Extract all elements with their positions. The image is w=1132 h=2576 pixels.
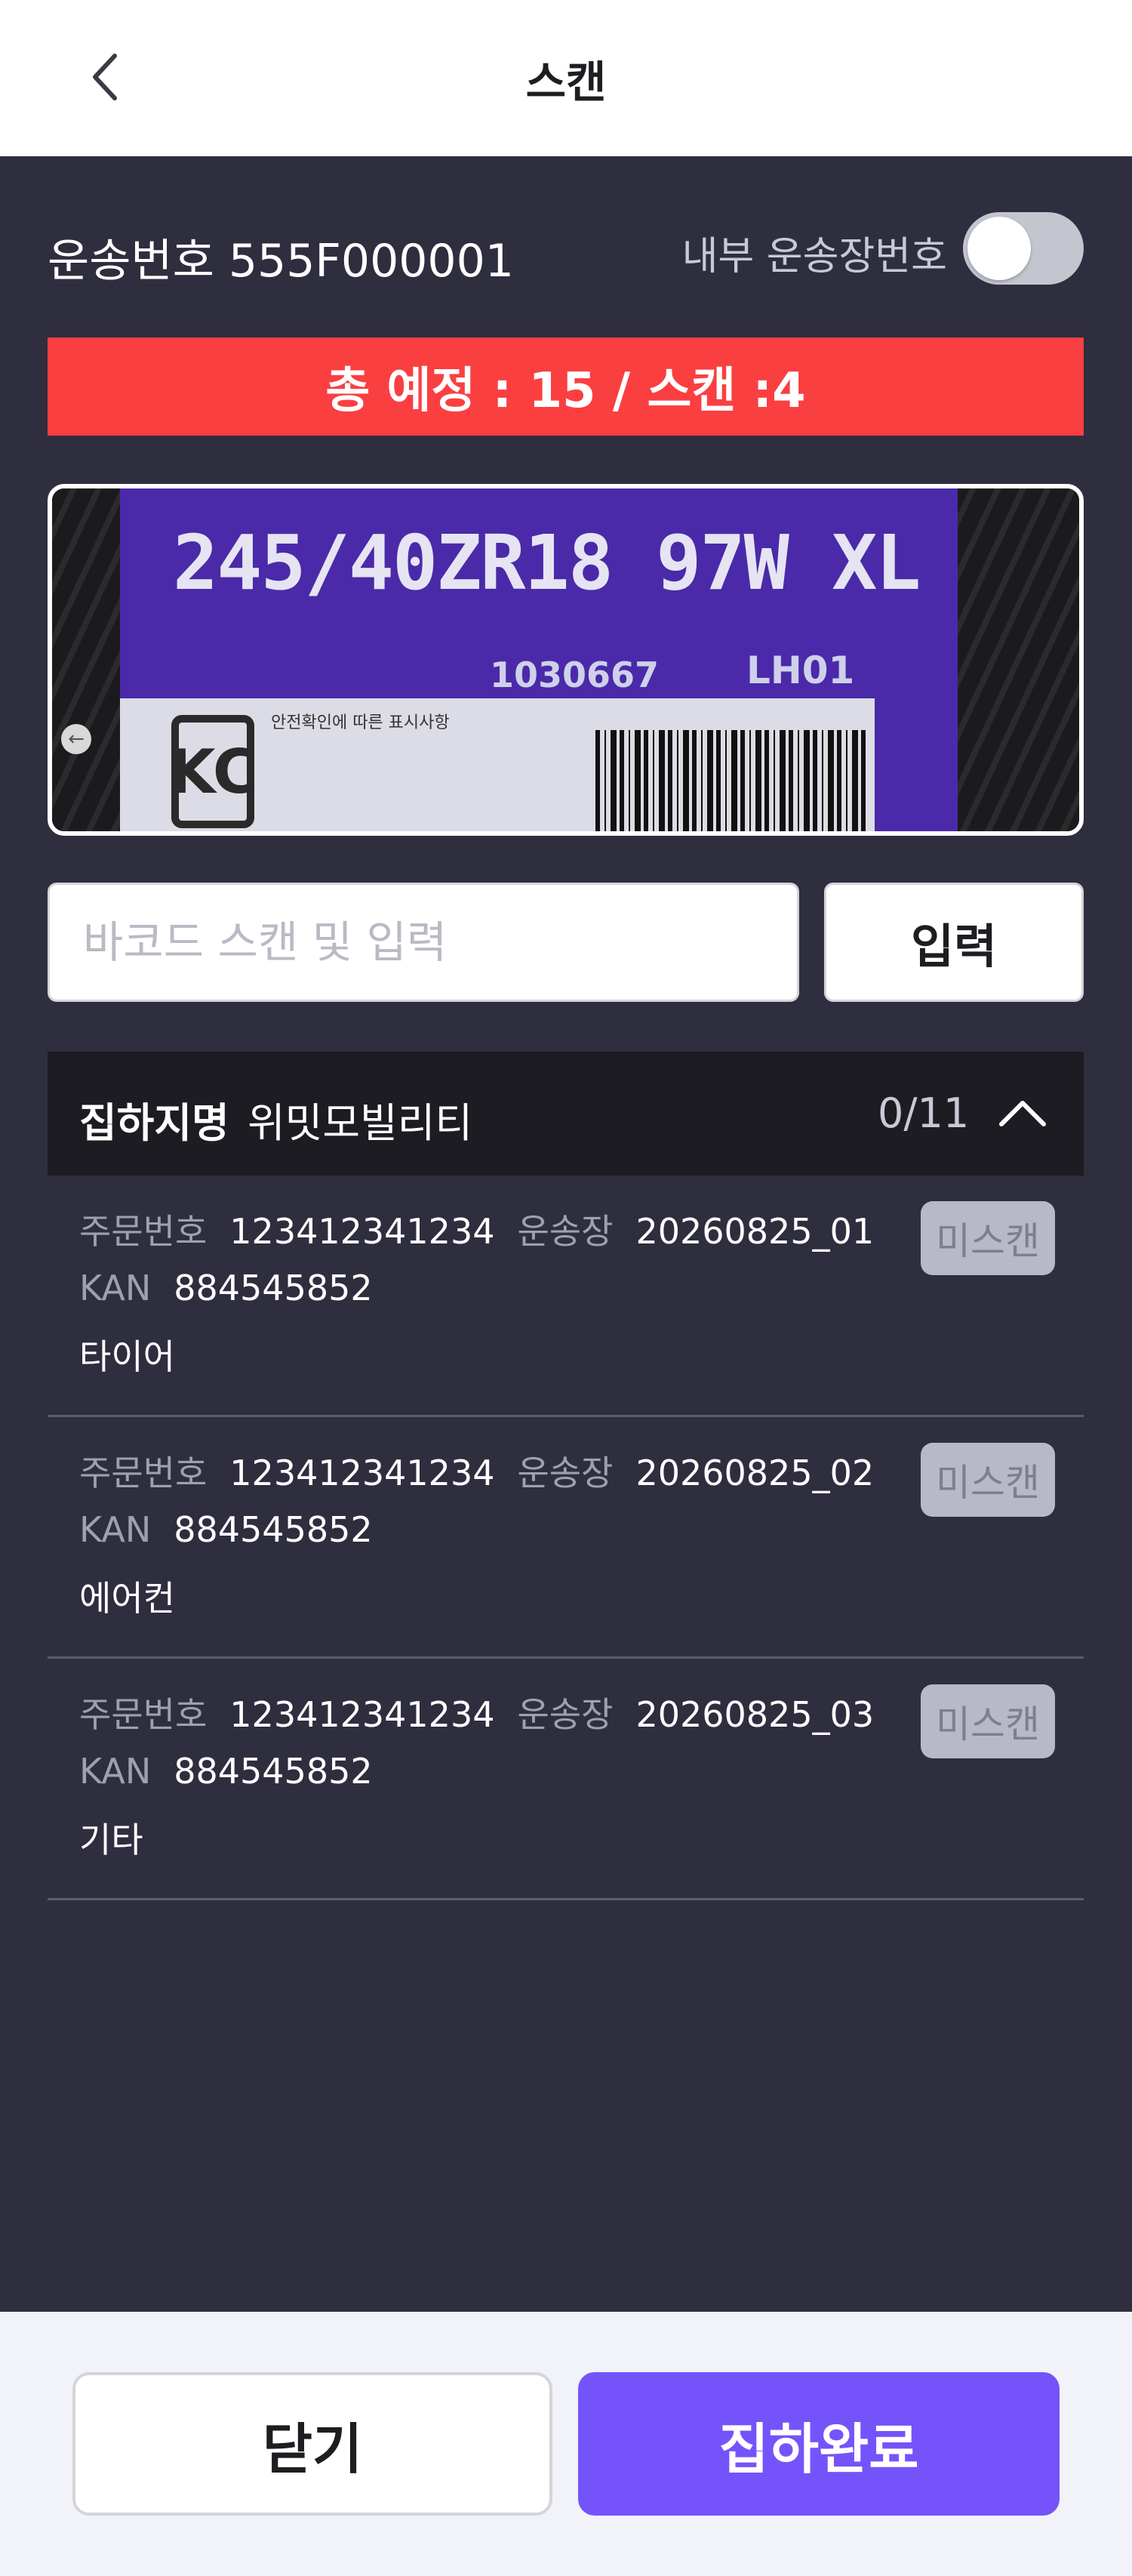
tire-size-text: 245/40ZR18 97W XL (173, 519, 921, 607)
kan-label: KAN (79, 1751, 152, 1792)
item-kan-row: KAN 884545852 (79, 1268, 373, 1308)
barcode-image (595, 730, 867, 831)
kc-mark-icon: KC (168, 715, 257, 828)
item-category: 타이어 (79, 1336, 175, 1377)
waybill-label: 운송장 (517, 1211, 614, 1252)
list-item[interactable]: 주문번호 123412341234 운송장 20260825_02 KAN 884545… (48, 1417, 1084, 1659)
close-button[interactable]: 닫기 (72, 2372, 552, 2516)
pickup-group-header[interactable]: 집하지명 위밋모빌리티 0/11 (48, 1052, 1084, 1176)
list-item[interactable]: 주문번호 123412341234 운송장 20260825_01 KAN 884545… (48, 1176, 1084, 1417)
shipment-number: 운송번호 555F000001 (48, 235, 514, 288)
item-order-row: 주문번호 123412341234 운송장 20260825_03 (79, 1687, 897, 1737)
kan-number: 884545852 (174, 1751, 373, 1792)
scan-summary-bar: 총 예정 : 15 / 스캔 :4 (48, 337, 1084, 436)
order-number: 123412341234 (229, 1694, 495, 1735)
internal-waybill-toggle[interactable] (963, 212, 1084, 285)
item-order-row: 주문번호 123412341234 운송장 20260825_02 (79, 1446, 897, 1496)
kan-label: KAN (79, 1509, 152, 1550)
toggle-knob (967, 217, 1031, 280)
status-badge: 미스캔 (921, 1443, 1055, 1517)
kan-label: KAN (79, 1268, 152, 1308)
internal-waybill-label: 내부 운송장번호 (681, 234, 947, 279)
bottom-action-bar: 닫기 집하완료 (0, 2312, 1132, 2576)
arrow-left-icon: ← (61, 724, 91, 754)
waybill-number: 20260825_02 (635, 1453, 875, 1493)
pickup-complete-button[interactable]: 집하완료 (578, 2372, 1060, 2516)
page-title: 스캔 (525, 57, 607, 108)
pickup-site-name: 위밋모빌리티 (248, 1099, 473, 1147)
item-order-row: 주문번호 123412341234 운송장 20260825_01 (79, 1204, 897, 1254)
kc-info-text: 안전확인에 따른 표시사항 (271, 713, 450, 732)
status-badge: 미스캔 (921, 1684, 1055, 1758)
camera-preview[interactable]: 245/40ZR18 97W XL 1030667 LH01 KC 안전확인에 … (48, 484, 1084, 836)
item-category: 에어컨 (79, 1578, 175, 1619)
tire-batch-text: LH01 (746, 649, 855, 692)
item-category: 기타 (79, 1820, 143, 1860)
barcode-input[interactable] (48, 883, 799, 1002)
pickup-site-label: 집하지명 (79, 1099, 229, 1147)
chevron-up-icon[interactable] (991, 1082, 1054, 1145)
app-header: 스캔 (0, 0, 1132, 156)
order-label: 주문번호 (79, 1694, 208, 1735)
list-item[interactable]: 주문번호 123412341234 운송장 20260825_03 KAN 884545… (48, 1659, 1084, 1900)
kan-number: 884545852 (174, 1509, 373, 1550)
waybill-label: 운송장 (517, 1694, 614, 1735)
kan-number: 884545852 (174, 1268, 373, 1308)
order-number: 123412341234 (229, 1211, 495, 1252)
waybill-label: 운송장 (517, 1453, 614, 1493)
order-label: 주문번호 (79, 1211, 208, 1252)
waybill-number: 20260825_01 (635, 1211, 875, 1252)
enter-button[interactable]: 입력 (824, 883, 1084, 1002)
item-kan-row: KAN 884545852 (79, 1509, 373, 1550)
status-badge: 미스캔 (921, 1201, 1055, 1275)
order-number: 123412341234 (229, 1453, 495, 1493)
order-label: 주문번호 (79, 1453, 208, 1493)
item-kan-row: KAN 884545852 (79, 1751, 373, 1792)
tire-code-text: 1030667 (490, 655, 660, 695)
waybill-number: 20260825_03 (635, 1694, 875, 1735)
scan-content: 운송번호 555F000001 내부 운송장번호 총 예정 : 15 / 스캔 … (0, 156, 1132, 2312)
pickup-count: 0/11 (878, 1089, 970, 1137)
